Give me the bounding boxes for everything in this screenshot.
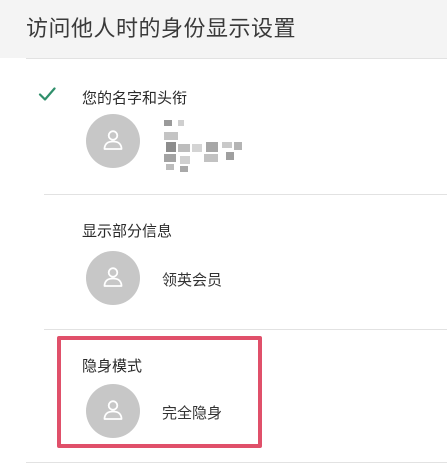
person-icon — [103, 130, 123, 150]
page-header: 访问他人时的身份显示设置 — [0, 0, 447, 58]
option-label: 显示部分信息 — [82, 222, 173, 240]
person-icon — [103, 267, 123, 287]
option-label: 您的名字和头衔 — [82, 89, 188, 107]
highlight-annotation-box — [57, 336, 262, 448]
check-icon — [38, 87, 56, 101]
divider — [26, 462, 447, 463]
option-value: 领英会员 — [162, 271, 223, 289]
option-name-and-title[interactable]: 您的名字和头衔 — [0, 58, 447, 194]
avatar — [86, 251, 140, 305]
option-partial-info[interactable]: 显示部分信息 领英会员 — [0, 195, 447, 329]
page-title: 访问他人时的身份显示设置 — [26, 17, 297, 42]
avatar — [86, 114, 140, 168]
